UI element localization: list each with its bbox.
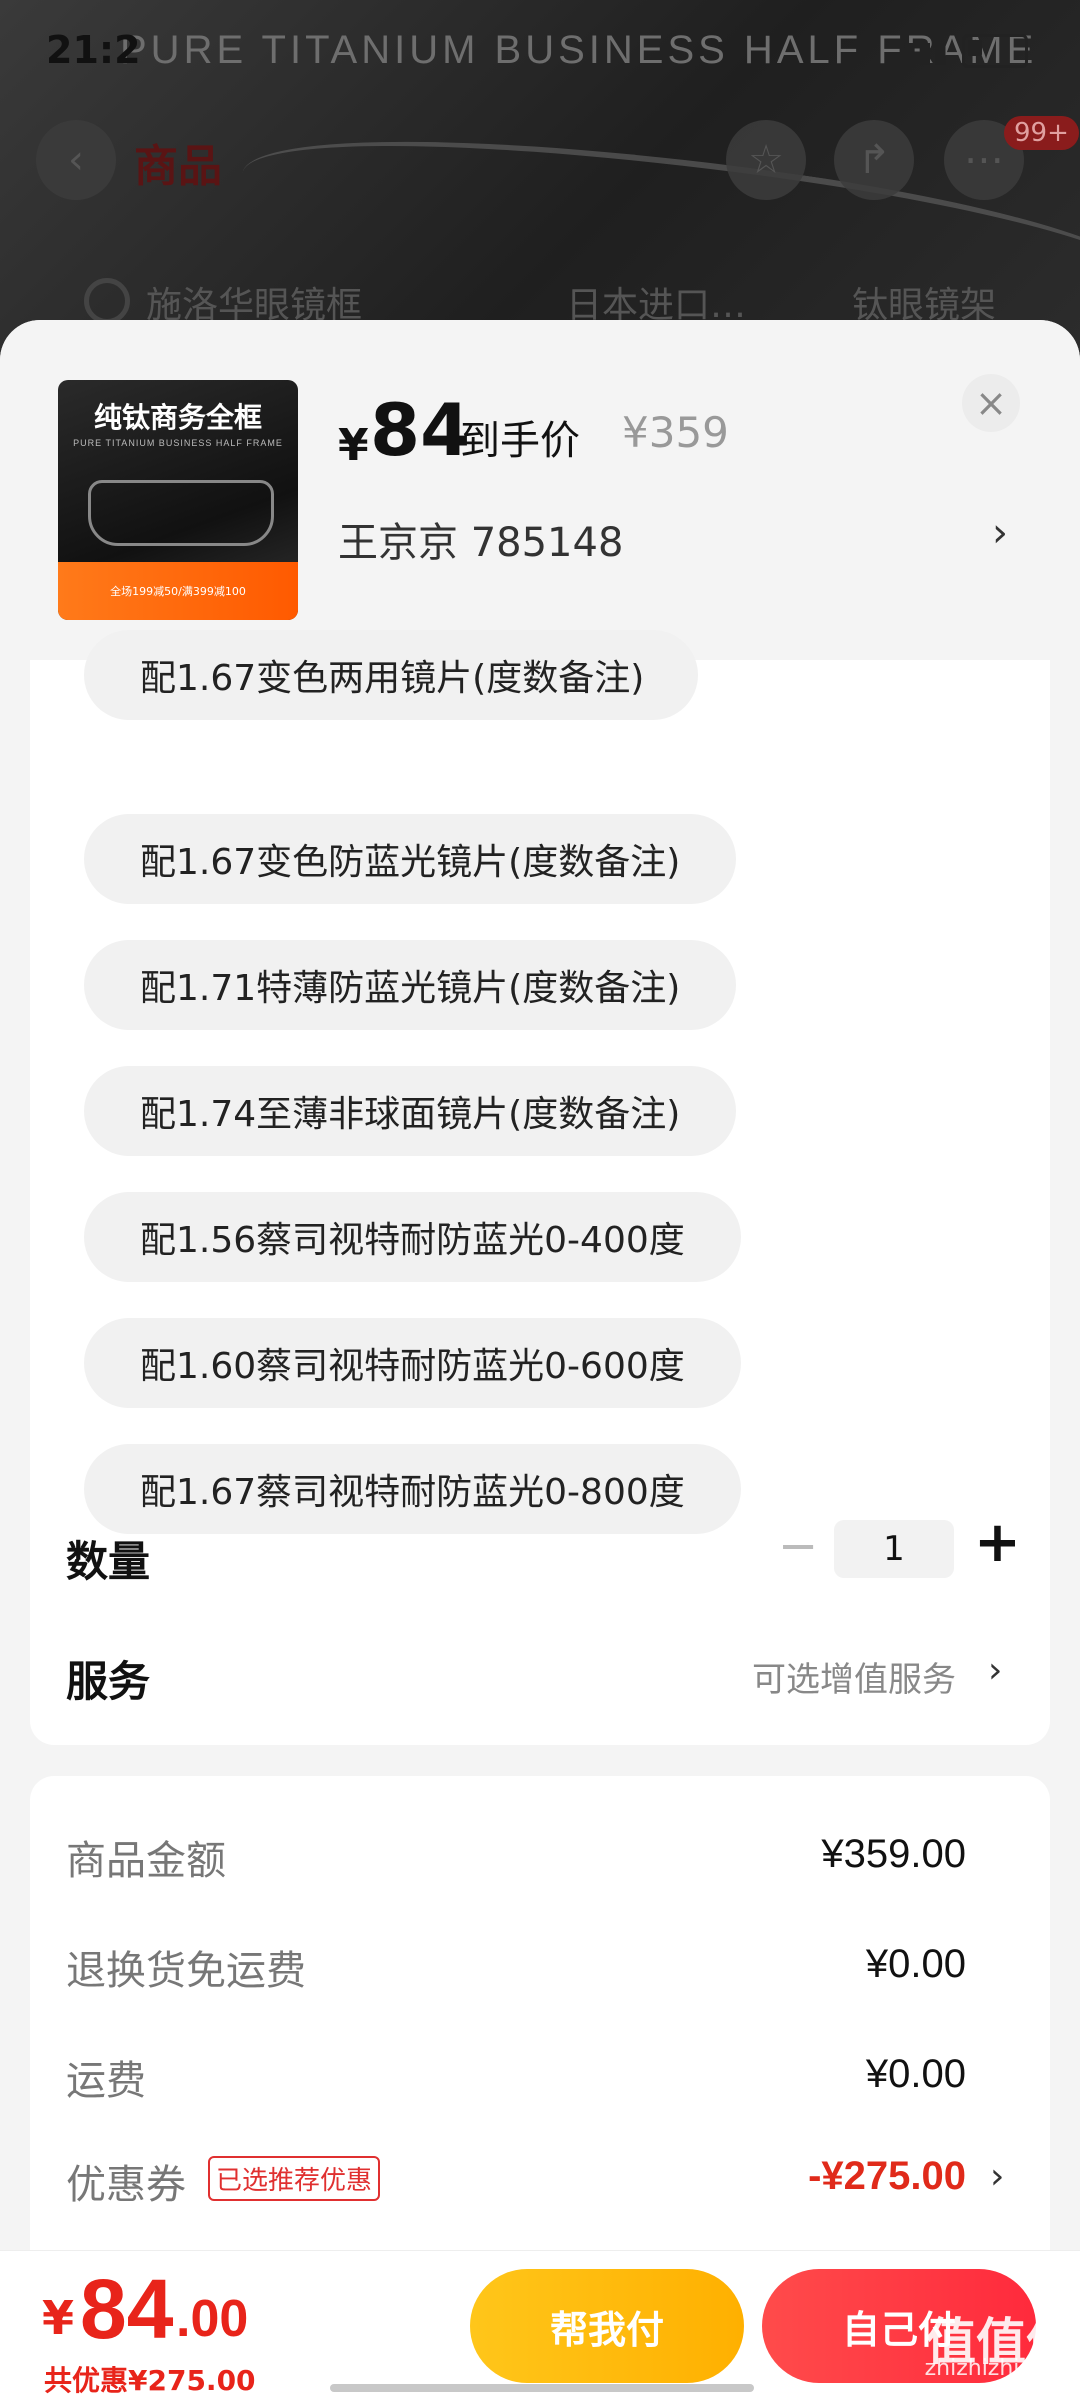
chevron-right-icon[interactable]: ›	[990, 2156, 1004, 2197]
watermark-url: zhizhizhi.com	[924, 2356, 1074, 2381]
goods-amount-label: 商品金额	[66, 1838, 226, 1884]
total-price-integer: 84	[80, 2262, 174, 2356]
battery-icon	[962, 34, 1028, 68]
total-discount: 共优惠¥275.00	[44, 2364, 256, 2397]
purchase-sheet: 纯钛商务全框 PURE TITANIUM BUSINESS HALF FRAME…	[0, 320, 1080, 2400]
service-label: 服务	[66, 1657, 151, 1706]
original-price: ¥359	[622, 408, 729, 457]
back-button[interactable]: ‹	[36, 120, 116, 200]
search-icon	[84, 278, 130, 324]
final-price: 84	[370, 388, 471, 472]
chevron-right-icon[interactable]: ›	[992, 510, 1008, 556]
price-currency: ¥	[338, 420, 369, 471]
goods-amount-value: ¥359.00	[821, 1832, 966, 1876]
signal-icon: ▮▮▮	[901, 34, 948, 68]
product-thumbnail[interactable]: 纯钛商务全框 PURE TITANIUM BUSINESS HALF FRAME…	[58, 380, 298, 620]
service-selector[interactable]: 可选增值服务	[752, 1652, 956, 1701]
status-time: 21:2	[46, 28, 141, 72]
star-icon: ☆	[748, 137, 784, 183]
final-price-label: 到手价	[460, 418, 580, 464]
background-banner-text: PURE TITANIUM BUSINESS HALF FRAME	[120, 28, 1038, 72]
coupon-tag: 已选推荐优惠	[208, 2156, 381, 2201]
return-shipping-label: 退换货免运费	[66, 1948, 306, 1994]
coupon-value[interactable]: -¥275.00	[808, 2154, 966, 2199]
status-icons: ▮▮▮	[902, 34, 1028, 68]
option-pill[interactable]: 配1.56蔡司视特耐防蓝光0-400度	[84, 1192, 741, 1282]
shipping-label: 运费	[66, 2058, 146, 2104]
thumbnail-title: 纯钛商务全框	[93, 401, 262, 434]
option-pill[interactable]: 配1.67变色防蓝光镜片(度数备注)	[84, 814, 737, 904]
quantity-input[interactable]: 1	[834, 1520, 954, 1578]
home-indicator[interactable]	[330, 2384, 754, 2392]
total-currency: ¥	[42, 2291, 75, 2345]
option-pill[interactable]: 配1.67蔡司视特耐防蓝光0-800度	[84, 1444, 741, 1534]
glasses-image	[88, 480, 274, 546]
sheet-header: 纯钛商务全框 PURE TITANIUM BUSINESS HALF FRAME…	[0, 320, 1080, 660]
bottom-action-bar: ¥ 84 .00 共优惠¥275.00 帮我付 自己付	[0, 2250, 1080, 2401]
thumbnail-subtitle: PURE TITANIUM BUSINESS HALF FRAME	[73, 438, 283, 448]
background-page-title: 商品	[134, 141, 222, 192]
share-icon: ↱	[857, 137, 891, 183]
option-pill[interactable]: 配1.60蔡司视特耐防蓝光0-600度	[84, 1318, 741, 1408]
notification-badge: 99+	[1004, 116, 1079, 150]
return-shipping-value: ¥0.00	[865, 1942, 966, 1986]
option-pill[interactable]: 配1.67变色两用镜片(度数备注)	[84, 630, 699, 720]
close-icon: ×	[975, 381, 1007, 425]
quantity-label: 数量	[66, 1537, 151, 1586]
help-me-pay-button[interactable]: 帮我付	[470, 2269, 744, 2383]
total-price-decimal: .00	[176, 2290, 249, 2348]
share-button[interactable]: ↱	[834, 120, 914, 200]
option-pill[interactable]: 配1.74至薄非球面镜片(度数备注)	[84, 1066, 737, 1156]
coupon-label: 优惠券	[66, 2162, 186, 2208]
shipping-value: ¥0.00	[865, 2052, 966, 2096]
selected-variant[interactable]: 王京京 785148	[338, 510, 623, 568]
option-pill[interactable]: 配1.71特薄防蓝光镜片(度数备注)	[84, 940, 737, 1030]
thumbnail-promo: 全场199减50/满399减100	[58, 562, 298, 620]
favorite-button[interactable]: ☆	[726, 120, 806, 200]
more-icon: ⋯	[964, 137, 1004, 183]
chevron-left-icon: ‹	[68, 137, 84, 183]
options-card: 配1.67变色两用镜片(度数备注) 配1.67变色防蓝光镜片(度数备注) 配1.…	[30, 630, 1050, 1745]
quantity-increase-button[interactable]: +	[974, 1510, 1021, 1575]
close-button[interactable]: ×	[962, 374, 1020, 432]
chevron-right-icon[interactable]: ›	[988, 1650, 1002, 1691]
quantity-decrease-button[interactable]: −	[778, 1518, 818, 1574]
